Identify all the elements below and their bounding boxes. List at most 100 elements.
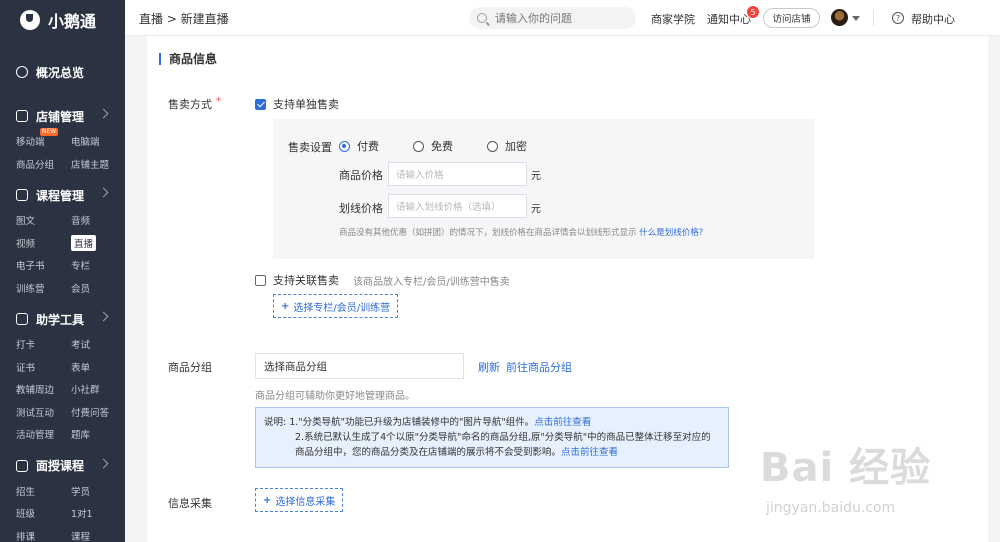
help-icon[interactable]: ? bbox=[892, 12, 904, 24]
sidebar-item-label: 图文 bbox=[16, 216, 36, 228]
radio-button[interactable] bbox=[339, 140, 350, 152]
what-is-strike-price-link[interactable]: 什么是划线价格? bbox=[639, 228, 703, 238]
radio-button[interactable] bbox=[487, 140, 498, 152]
sidebar-group-offline[interactable]: 面授课程 bbox=[0, 452, 125, 480]
related-sale-label: 支持关联售卖 bbox=[273, 274, 339, 287]
watermark-url: jingyan.baidu.com bbox=[766, 500, 896, 516]
sidebar-item-one-on-one[interactable]: 1对1 bbox=[71, 502, 125, 525]
sidebar-item-mobile[interactable]: 移动端 NEW bbox=[16, 128, 71, 153]
search-bar[interactable] bbox=[469, 7, 636, 29]
sidebar-item-label: 专栏 bbox=[71, 261, 91, 273]
sidebar-item-community[interactable]: 小社群 bbox=[71, 378, 125, 401]
sidebar-item-label: 招生 bbox=[16, 486, 36, 498]
sidebar-group-tools[interactable]: 助学工具 bbox=[0, 305, 125, 333]
select-info-collect-label: 选择信息采集 bbox=[275, 496, 336, 508]
single-sale-checkbox-row[interactable]: 支持单独售卖 bbox=[255, 96, 339, 112]
sale-mode-label-text: 售卖方式 bbox=[168, 98, 212, 111]
sidebar-item-overview[interactable]: 概况总览 bbox=[0, 48, 125, 96]
sidebar-item-column[interactable]: 专栏 bbox=[71, 254, 125, 277]
sidebar-item-label: 打卡 bbox=[16, 340, 36, 352]
notice-line-1: 说明: 1."分类导航"功能已升级为店铺装修中的"图片导航"组件。点击前往查看 bbox=[264, 415, 728, 430]
sidebar-item-schedule[interactable]: 排课 bbox=[16, 525, 71, 542]
sidebar-item-certificate[interactable]: 证书 bbox=[16, 356, 71, 379]
goto-product-group-link[interactable]: 前往商品分组 bbox=[506, 359, 572, 375]
sidebar-item-ebook[interactable]: 电子书 bbox=[16, 254, 71, 277]
breadcrumb: 直播 > 新建直播 bbox=[139, 12, 229, 26]
notice-text: 商品分组中，您的商品分类及在店铺端的展示将不会受到影响。 bbox=[295, 447, 562, 458]
sidebar: 小鹅通 概况总览 店铺管理 移动端 NEW 电脑端 商品分组 店铺主题 课程管理 … bbox=[0, 0, 125, 542]
radio-button[interactable] bbox=[413, 140, 424, 152]
sidebar-item-audio[interactable]: 音频 bbox=[71, 209, 125, 232]
sidebar-item-class[interactable]: 班级 bbox=[16, 502, 71, 525]
sidebar-item-label: 题库 bbox=[71, 430, 91, 442]
sale-setting-label: 售卖设置 bbox=[288, 141, 332, 154]
product-group-label: 商品分组 bbox=[168, 361, 212, 374]
radio-encrypted[interactable]: 加密 bbox=[487, 138, 527, 154]
sidebar-group-course[interactable]: 课程管理 bbox=[0, 181, 125, 209]
sidebar-item-students[interactable]: 学员 bbox=[71, 480, 125, 503]
price-unit: 元 bbox=[531, 171, 541, 182]
sidebar-item-label: 1对1 bbox=[71, 509, 93, 521]
sidebar-item-activity[interactable]: 活动管理 bbox=[16, 423, 71, 446]
search-icon bbox=[477, 13, 487, 23]
sidebar-group-label: 助学工具 bbox=[36, 312, 85, 327]
sidebar-group-label: 面授课程 bbox=[36, 459, 85, 473]
radio-paid[interactable]: 付费 bbox=[339, 138, 379, 154]
sidebar-item-label: 考试 bbox=[71, 340, 91, 352]
notice-link[interactable]: 点击前往查看 bbox=[534, 417, 591, 428]
search-input[interactable] bbox=[495, 11, 625, 25]
plus-icon: + bbox=[263, 494, 272, 506]
sidebar-item-camp[interactable]: 训练营 bbox=[16, 277, 71, 300]
sidebar-item-quiz[interactable]: 测试互动 bbox=[16, 401, 71, 424]
sidebar-item-label: 学员 bbox=[71, 486, 91, 498]
sidebar-item-form[interactable]: 表单 bbox=[71, 356, 125, 379]
visit-store-button[interactable]: 访问店铺 bbox=[763, 8, 820, 28]
strike-price-input[interactable]: 请输入划线价格（选填） bbox=[388, 194, 527, 218]
sidebar-item-enroll[interactable]: 招生 bbox=[16, 480, 71, 503]
radio-label: 加密 bbox=[505, 140, 527, 153]
sale-mode-label: 售卖方式 * bbox=[168, 96, 221, 112]
notice-line-2: 2.系统已默认生成了4个以原"分类导航"命名的商品分组,原"分类导航"中的商品已… bbox=[295, 432, 711, 443]
sidebar-item-paid-qa[interactable]: 付费问答 bbox=[71, 401, 125, 424]
sidebar-item-member[interactable]: 会员 bbox=[71, 277, 125, 300]
sidebar-item-store-theme[interactable]: 店铺主题 bbox=[71, 153, 125, 176]
sidebar-group-store[interactable]: 店铺管理 bbox=[0, 102, 125, 130]
sidebar-item-video[interactable]: 视频 bbox=[16, 232, 71, 255]
caret-down-icon[interactable] bbox=[852, 16, 860, 21]
select-related-button[interactable]: + 选择专栏/会员/训练营 bbox=[273, 294, 399, 318]
single-sale-checkbox[interactable] bbox=[255, 98, 266, 110]
select-info-collect-button[interactable]: + 选择信息采集 bbox=[255, 488, 344, 512]
refresh-link[interactable]: 刷新 bbox=[478, 359, 500, 375]
merchant-school-link[interactable]: 商家学院 bbox=[651, 11, 695, 27]
sidebar-item-lessons[interactable]: 课程 bbox=[71, 525, 125, 542]
sidebar-item-label: 直播 bbox=[71, 234, 97, 251]
sidebar-item-article[interactable]: 图文 bbox=[16, 209, 71, 232]
sidebar-item-question-bank[interactable]: 题库 bbox=[71, 423, 125, 446]
sidebar-item-label: 教辅周边 bbox=[16, 385, 55, 397]
help-center-link[interactable]: 帮助中心 bbox=[911, 11, 955, 27]
related-sale-checkbox[interactable] bbox=[255, 274, 266, 286]
sidebar-item-checkin[interactable]: 打卡 bbox=[16, 333, 71, 356]
sidebar-item-live[interactable]: 直播 bbox=[71, 232, 125, 255]
product-group-select[interactable]: 选择商品分组 bbox=[255, 353, 464, 379]
notice-link[interactable]: 点击前往查看 bbox=[561, 447, 618, 458]
notification-count-badge: 5 bbox=[747, 6, 759, 18]
price-input[interactable]: 请输入价格 bbox=[388, 162, 527, 186]
info-collect-label: 信息采集 bbox=[168, 497, 212, 510]
app-logo[interactable]: 小鹅通 bbox=[0, 0, 125, 40]
required-mark: * bbox=[216, 96, 221, 107]
sale-settings-panel: 售卖设置 付费 免费 加密 商品价格 请输入价格 元 划线价格 请输入划线价格（… bbox=[273, 119, 814, 259]
radio-free[interactable]: 免费 bbox=[413, 138, 453, 154]
related-sale-checkbox-row[interactable]: 支持关联售卖 该商品放入专栏/会员/训练营中售卖 bbox=[255, 272, 510, 288]
sidebar-item-label: 视频 bbox=[16, 238, 36, 250]
sidebar-item-materials[interactable]: 教辅周边 bbox=[16, 378, 71, 401]
single-sale-label: 支持单独售卖 bbox=[273, 98, 339, 111]
sidebar-item-pc[interactable]: 电脑端 bbox=[71, 130, 125, 153]
select-related-label: 选择专栏/会员/训练营 bbox=[293, 302, 391, 314]
avatar[interactable] bbox=[831, 9, 848, 26]
price-label: 商品价格 bbox=[339, 169, 383, 182]
sidebar-item-product-group[interactable]: 商品分组 bbox=[16, 153, 71, 176]
dashboard-icon bbox=[16, 66, 28, 78]
notification-link[interactable]: 通知中心 5 bbox=[707, 6, 759, 27]
sidebar-item-exam[interactable]: 考试 bbox=[71, 333, 125, 356]
